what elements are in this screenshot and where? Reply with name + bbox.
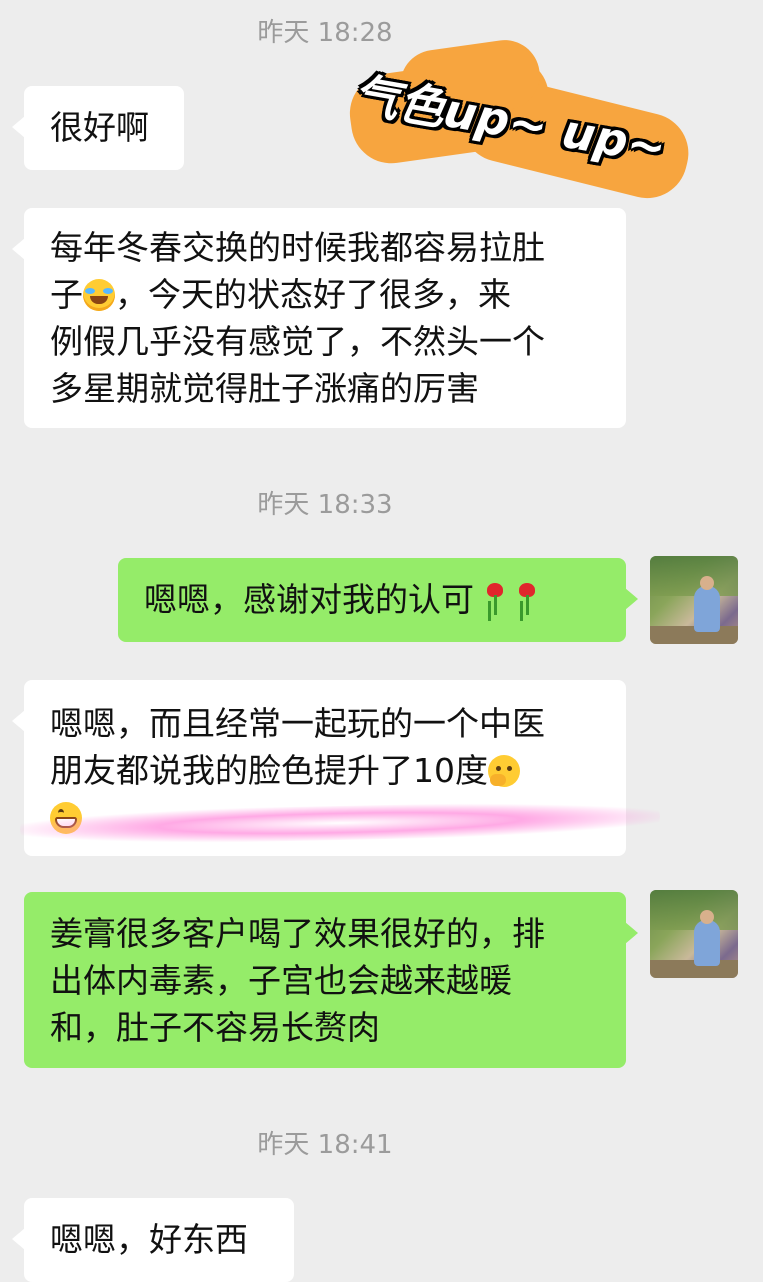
incoming-message[interactable]: 每年冬春交换的时候我都容易拉肚 子 ，今天的状态好了很多，来 例假几乎没有感觉了，… xyxy=(12,208,626,428)
incoming-message[interactable]: 嗯嗯，好东西 xyxy=(12,1198,294,1282)
message-text: 嗯嗯，好东西 xyxy=(50,1220,248,1259)
message-text: 例假几乎没有感觉了，不然头一个 xyxy=(50,322,545,361)
timestamp: 昨天 18:41 xyxy=(257,1130,393,1160)
incoming-message[interactable]: 很好啊 xyxy=(12,86,184,170)
thinking-face-icon xyxy=(488,755,520,787)
timestamp: 昨天 18:33 xyxy=(257,490,393,520)
face-with-tears-of-joy-icon xyxy=(83,279,115,311)
avatar[interactable] xyxy=(650,890,738,978)
rose-icon xyxy=(484,583,506,617)
message-text: 姜膏很多客户喝了效果很好的，排 xyxy=(50,914,545,953)
message-text: 出体内毒素，子宫也会越来越暖 xyxy=(50,961,512,1000)
message-text: 嗯嗯，而且经常一起玩的一个中医 xyxy=(50,704,545,743)
sticker: 气色up~ up~ xyxy=(340,35,700,207)
timestamp: 昨天 18:28 xyxy=(257,18,393,48)
avatar[interactable] xyxy=(650,556,738,644)
message-text: 嗯嗯，感谢对我的认可 xyxy=(144,580,474,619)
message-text: 每年冬春交换的时候我都容易拉肚 xyxy=(50,228,545,267)
rose-icon xyxy=(516,583,538,617)
message-text: ，今天的状态好了很多，来 xyxy=(115,275,511,314)
message-text: 很好啊 xyxy=(50,108,149,147)
outgoing-message[interactable]: 姜膏很多客户喝了效果很好的，排 出体内毒素，子宫也会越来越暖 和，肚子不容易长赘… xyxy=(24,892,638,1068)
message-text: 多星期就觉得肚子涨痛的厉害 xyxy=(50,369,479,408)
message-text: 朋友都说我的脸色提升了10度 xyxy=(50,751,488,790)
message-text: 和，肚子不容易长赘肉 xyxy=(50,1008,380,1047)
message-text: 子 xyxy=(50,275,83,314)
outgoing-message[interactable]: 嗯嗯，感谢对我的认可 xyxy=(118,558,638,642)
